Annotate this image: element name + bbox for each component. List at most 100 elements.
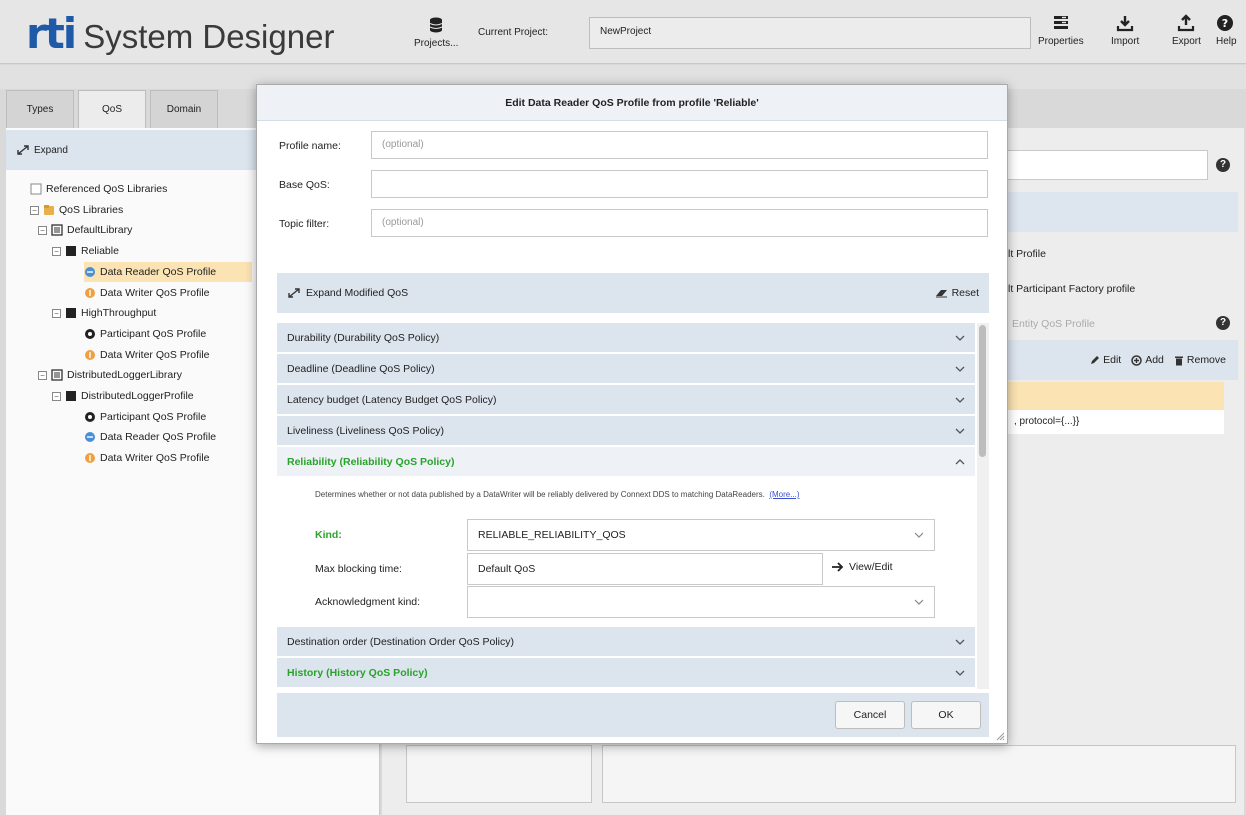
- right-add-button[interactable]: Add: [1131, 354, 1164, 366]
- policy-latency-budget[interactable]: Latency budget (Latency Budget QoS Polic…: [277, 385, 975, 415]
- right-table-cell: , protocol={...}}: [1008, 410, 1224, 434]
- app-logo: rti System Designer: [26, 6, 334, 56]
- ok-button[interactable]: OK: [911, 701, 981, 729]
- tree-item[interactable]: Data Reader QoS Profile: [84, 262, 252, 282]
- tree-item-label: DistributedLoggerLibrary: [67, 369, 182, 381]
- tree-item-label: Referenced QoS Libraries: [46, 183, 168, 195]
- view-edit-label: View/Edit: [849, 561, 893, 573]
- expand-modified-button[interactable]: Expand Modified QoS: [287, 287, 408, 299]
- expand-arrows-icon: [288, 288, 300, 298]
- view-edit-button[interactable]: View/Edit: [831, 561, 893, 573]
- export-button[interactable]: Export: [1172, 14, 1201, 47]
- chevron-down-icon: [955, 428, 965, 434]
- edit-qos-dialog: Edit Data Reader QoS Profile from profil…: [256, 84, 1008, 744]
- chevron-down-icon: [955, 639, 965, 645]
- reset-button[interactable]: Reset: [935, 287, 979, 299]
- tab-types[interactable]: Types: [6, 90, 74, 128]
- tab-qos[interactable]: QoS: [78, 90, 146, 128]
- right-lower-panel-left: [406, 745, 592, 803]
- current-project-field[interactable]: NewProject: [589, 17, 1031, 49]
- tree-expander-icon[interactable]: −: [30, 205, 39, 215]
- tree-item[interactable]: Data Writer QoS Profile: [84, 345, 210, 365]
- help-circle-icon-2[interactable]: ?: [1216, 316, 1230, 330]
- right-header-bar: [1008, 192, 1238, 232]
- profile-name-label: Profile name:: [279, 140, 341, 152]
- library-icon: [51, 224, 63, 236]
- data-writer-icon: [84, 287, 96, 299]
- tree-item-label: DistributedLoggerProfile: [81, 390, 194, 402]
- base-qos-input[interactable]: [371, 170, 988, 198]
- more-link[interactable]: (More...): [769, 490, 799, 499]
- policy-history[interactable]: History (History QoS Policy): [277, 658, 975, 688]
- tree-expander-icon[interactable]: −: [38, 225, 47, 235]
- properties-icon: [1053, 16, 1068, 29]
- tree-item[interactable]: Data Writer QoS Profile: [84, 448, 210, 468]
- policy-label: Latency budget (Latency Budget QoS Polic…: [287, 393, 497, 406]
- policy-reliability[interactable]: Reliability (Reliability QoS Policy): [277, 447, 975, 477]
- tree-item[interactable]: Data Reader QoS Profile: [84, 427, 216, 447]
- tree-item[interactable]: Referenced QoS Libraries: [30, 179, 167, 199]
- expand-arrows-icon: [17, 145, 29, 155]
- right-edit-button[interactable]: Edit: [1090, 354, 1121, 366]
- kind-label: Kind:: [315, 529, 342, 541]
- tree-item[interactable]: Participant QoS Profile: [84, 407, 206, 427]
- profile-icon: [65, 307, 77, 319]
- tree-item[interactable]: − HighThroughput: [52, 303, 156, 323]
- profile-name-input[interactable]: (optional): [371, 131, 988, 159]
- expand-bar[interactable]: Expand: [6, 130, 266, 170]
- tree-item[interactable]: − DistributedLoggerLibrary: [38, 365, 182, 385]
- chevron-down-icon: [955, 670, 965, 676]
- help-icon: ?: [1217, 15, 1233, 31]
- right-remove-button[interactable]: Remove: [1174, 354, 1226, 366]
- dialog-title: Edit Data Reader QoS Profile from profil…: [257, 85, 1007, 121]
- tree-item-label: HighThroughput: [81, 307, 157, 319]
- tab-domain[interactable]: Domain: [150, 90, 218, 128]
- import-button[interactable]: Import: [1111, 14, 1139, 47]
- expand-modified-bar: Expand Modified QoS Reset: [277, 273, 989, 313]
- tree-item[interactable]: − Reliable: [52, 241, 119, 261]
- tree-item[interactable]: − QoS Libraries: [30, 200, 123, 220]
- tree-item[interactable]: − DefaultLibrary: [38, 220, 132, 240]
- kind-select[interactable]: RELIABLE_RELIABILITY_QOS: [467, 519, 935, 551]
- participant-icon: [84, 328, 96, 340]
- tree-item-label: Data Writer QoS Profile: [100, 287, 210, 299]
- plus-circle-icon: [1131, 354, 1142, 366]
- right-search-input[interactable]: [1005, 150, 1208, 180]
- policy-destination-order[interactable]: Destination order (Destination Order QoS…: [277, 627, 975, 657]
- policy-label: History (History QoS Policy): [287, 666, 428, 679]
- tree-item-label: Participant QoS Profile: [100, 411, 207, 423]
- right-row-profile: lt Profile: [1008, 248, 1046, 260]
- right-add-label: Add: [1145, 354, 1164, 366]
- projects-label: Projects...: [414, 38, 459, 49]
- participant-icon: [84, 411, 96, 423]
- tree-item[interactable]: Participant QoS Profile: [84, 324, 206, 344]
- policy-liveliness[interactable]: Liveliness (Liveliness QoS Policy): [277, 416, 975, 446]
- help-circle-icon[interactable]: ?: [1216, 158, 1230, 172]
- properties-button[interactable]: Properties: [1038, 14, 1084, 47]
- ack-kind-label: Acknowledgment kind:: [315, 596, 421, 608]
- data-writer-icon: [84, 349, 96, 361]
- topic-filter-input[interactable]: (optional): [371, 209, 988, 237]
- policy-deadline[interactable]: Deadline (Deadline QoS Policy): [277, 354, 975, 384]
- resize-grip-icon[interactable]: [995, 731, 1005, 741]
- eraser-icon: [935, 290, 947, 298]
- chevron-down-icon: [914, 599, 924, 605]
- tree-expander-icon[interactable]: −: [52, 308, 61, 318]
- tree-expander-icon[interactable]: −: [38, 370, 47, 380]
- expand-label: Expand: [34, 144, 68, 156]
- tree-item[interactable]: − DistributedLoggerProfile: [52, 386, 194, 406]
- tree-item[interactable]: Data Writer QoS Profile: [84, 283, 210, 303]
- policy-scrollbar-thumb[interactable]: [979, 325, 986, 457]
- logo-rti: rti: [26, 9, 77, 58]
- policy-durability[interactable]: Durability (Durability QoS Policy): [277, 323, 975, 353]
- ack-kind-select[interactable]: [467, 586, 935, 618]
- policy-label: Liveliness (Liveliness QoS Policy): [287, 424, 444, 437]
- max-blocking-input[interactable]: Default QoS: [467, 553, 823, 585]
- tree-expander-icon[interactable]: −: [52, 391, 61, 401]
- tree-expander-icon[interactable]: −: [52, 246, 61, 256]
- expand-modified-label: Expand Modified QoS: [306, 287, 409, 299]
- cancel-button[interactable]: Cancel: [835, 701, 905, 729]
- projects-button[interactable]: Projects...: [414, 16, 458, 49]
- right-selected-row[interactable]: [1008, 382, 1224, 410]
- help-button[interactable]: ? Help: [1216, 14, 1246, 47]
